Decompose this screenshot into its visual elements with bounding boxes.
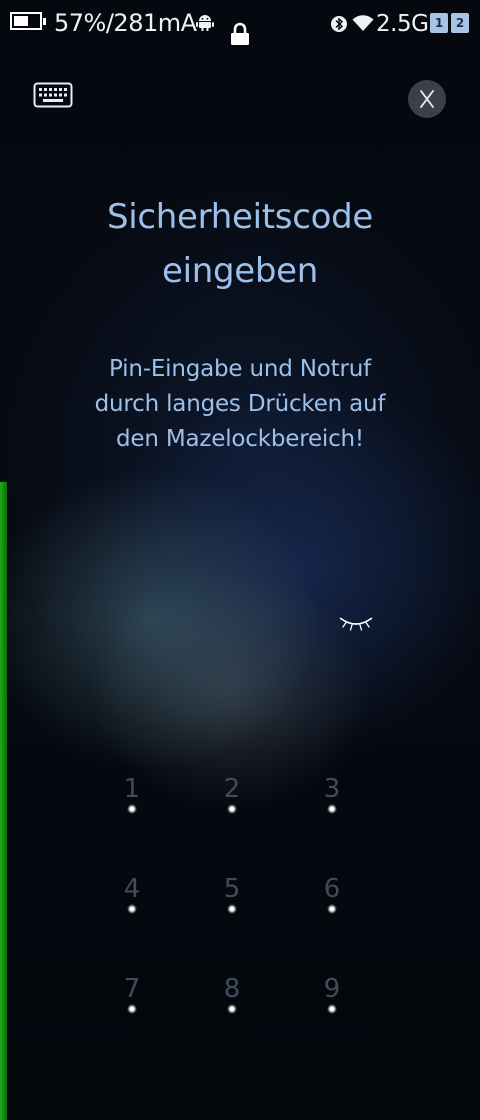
key-digit: 4	[123, 874, 141, 904]
key-7[interactable]: 7	[120, 972, 180, 1032]
battery-text: 57%/281mA	[54, 9, 197, 37]
key-dot	[127, 1004, 137, 1014]
key-digit: 8	[223, 974, 241, 1004]
key-dot	[127, 804, 137, 814]
key-2[interactable]: 2	[220, 772, 280, 832]
key-dot	[327, 1004, 337, 1014]
close-button[interactable]	[408, 80, 446, 118]
key-digit: 2	[223, 774, 241, 804]
key-8[interactable]: 8	[220, 972, 280, 1032]
key-digit: 1	[123, 774, 141, 804]
eye-closed-icon[interactable]	[338, 614, 374, 636]
network-type-text: 2.5G	[376, 11, 429, 37]
key-1[interactable]: 1	[120, 772, 180, 832]
sim2-icon: 2	[451, 13, 469, 33]
key-dot	[227, 1004, 237, 1014]
key-5[interactable]: 5	[220, 872, 280, 932]
wifi-icon	[352, 15, 374, 31]
key-digit: 5	[223, 874, 241, 904]
sim1-icon: 1	[430, 13, 448, 33]
page-title: Sicherheitscode eingeben	[106, 197, 374, 291]
key-digit: 7	[123, 974, 141, 1004]
bluetooth-icon	[331, 16, 347, 32]
android-icon	[196, 15, 214, 31]
instruction-text: Pin-Eingabe und Notruf durch langes Drüc…	[94, 356, 386, 452]
lock-icon	[231, 22, 249, 45]
key-digit: 9	[323, 974, 341, 1004]
key-dot	[327, 804, 337, 814]
key-3[interactable]: 3	[320, 772, 380, 832]
key-dot	[227, 804, 237, 814]
keyboard-icon[interactable]	[33, 82, 73, 108]
status-bar: 57%/281mA 2.5G 1 2	[0, 0, 480, 50]
key-digit: 6	[323, 874, 341, 904]
key-dot	[327, 904, 337, 914]
key-9[interactable]: 9	[320, 972, 380, 1032]
key-dot	[127, 904, 137, 914]
key-4[interactable]: 4	[120, 872, 180, 932]
close-icon	[420, 90, 434, 108]
lock-screen: 57%/281mA 2.5G 1 2 Sicherheitscode einge…	[0, 0, 480, 1120]
side-indicator-bar	[0, 482, 7, 1120]
key-6[interactable]: 6	[320, 872, 380, 932]
key-digit: 3	[323, 774, 341, 804]
key-dot	[227, 904, 237, 914]
battery-icon	[10, 12, 46, 30]
